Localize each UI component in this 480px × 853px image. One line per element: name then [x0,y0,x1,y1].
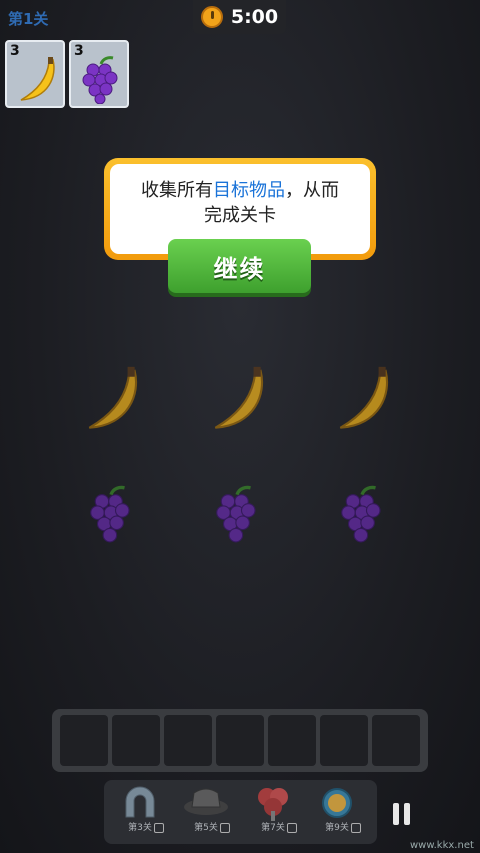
hat-icon [184,788,228,815]
dialog-text: 收集所有 [141,180,213,201]
hat-powerup[interactable]: 第5关 [180,783,232,835]
lock-icon [220,823,230,833]
tray-slot [60,715,108,766]
alarm-clock-icon [322,788,352,818]
timer: 5:00 [193,0,286,34]
banana-icon [20,57,55,101]
fan-powerup[interactable]: 第7关 [247,783,299,835]
lock-icon [287,823,297,833]
target-banana: 3 [5,40,65,108]
continue-button[interactable]: 继续 [168,239,311,293]
banana-icon[interactable] [78,362,146,434]
collection-tray [52,709,428,772]
watermark: www.kkx.net [410,840,474,851]
timer-value: 5:00 [230,6,279,28]
magnet-powerup[interactable]: 第3关 [114,783,166,835]
dialog-text: ，从而 [285,180,339,201]
tray-slot [268,715,316,766]
magnet-icon [125,786,155,818]
grapes-icon[interactable] [210,480,264,552]
tray-slot [112,715,160,766]
dialog-line-1: 收集所有目标物品，从而 [141,178,339,203]
tray-slot [216,715,264,766]
tray-slot [372,715,420,766]
fan-icon [258,788,288,821]
lock-icon [351,823,361,833]
clock-icon [200,6,223,28]
banana-icon[interactable] [329,362,397,434]
tray-slot [320,715,368,766]
target-grapes: 3 [69,40,129,108]
banana-icon[interactable] [204,362,272,434]
pause-button[interactable] [393,803,413,827]
grapes-icon[interactable] [335,480,389,552]
grapes-icon [82,56,118,104]
grapes-icon[interactable] [84,480,138,552]
level-label: 第1关 [8,10,49,28]
dialog-line-2: 完成关卡 [204,205,276,226]
tray-slot [164,715,212,766]
dialog-highlight: 目标物品 [213,180,285,201]
pause-bar [404,803,410,825]
lock-icon [154,823,164,833]
pause-bar [393,803,399,825]
clock-powerup[interactable]: 第9关 [311,783,363,835]
